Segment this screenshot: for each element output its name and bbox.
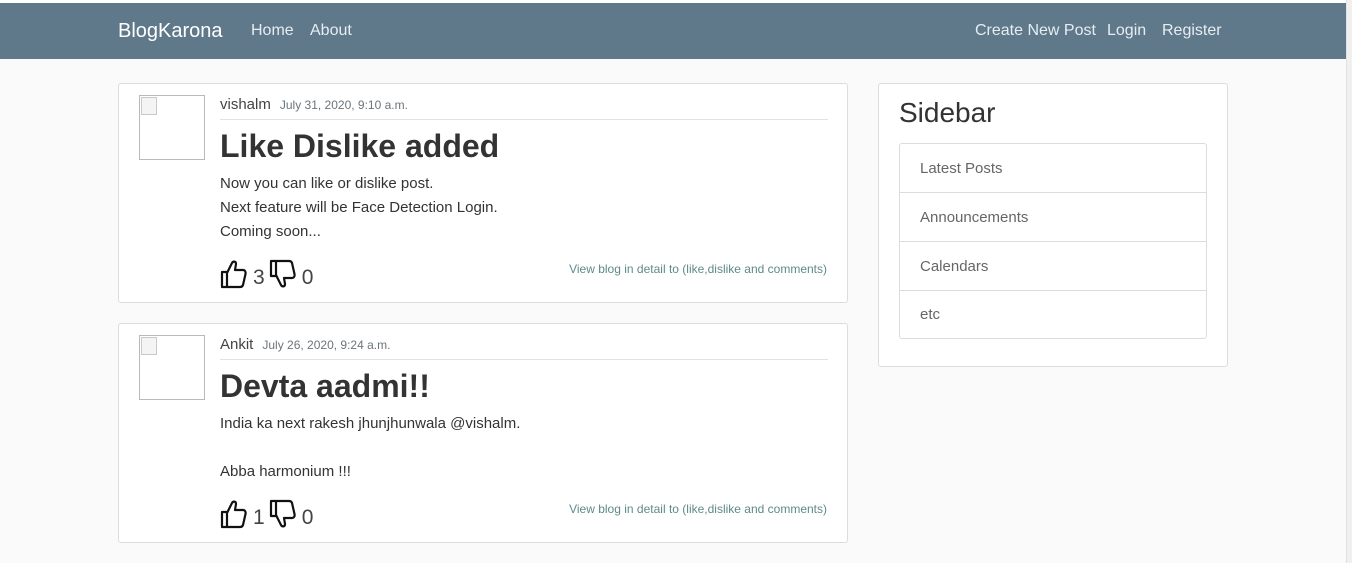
author-link[interactable]: vishalm	[220, 96, 271, 113]
author-link[interactable]: Ankit	[220, 336, 253, 353]
sidebar-title: Sidebar	[899, 97, 996, 128]
vote-bar: 1 0	[220, 497, 317, 531]
nav-register-link[interactable]: Register	[1162, 22, 1222, 40]
post-title[interactable]: Like Dislike added	[220, 128, 499, 165]
post-meta: vishalm July 31, 2020, 9:10 a.m.	[220, 96, 828, 120]
view-detail-link[interactable]: View blog in detail to (like,dislike and…	[569, 502, 827, 516]
post-title[interactable]: Devta aadmi!!	[220, 368, 430, 405]
nav-login-link[interactable]: Login	[1107, 22, 1146, 40]
dislike-count: 0	[301, 266, 314, 289]
vote-bar: 3 0	[220, 257, 317, 291]
sidebar-list: Latest Posts Announcements Calendars etc	[899, 143, 1207, 339]
nav-about-link[interactable]: About	[310, 22, 352, 40]
sidebar-item-calendars[interactable]: Calendars	[900, 242, 1206, 291]
thumbs-down-icon[interactable]	[269, 259, 297, 289]
like-count: 3	[253, 266, 265, 289]
nav-home-link[interactable]: Home	[251, 22, 294, 40]
post-date: July 26, 2020, 9:24 a.m.	[262, 338, 391, 352]
sidebar-item-etc[interactable]: etc	[900, 291, 1206, 338]
post-body: India ka next rakesh jhunjhunwala @visha…	[220, 415, 521, 480]
thumbs-down-icon[interactable]	[269, 499, 297, 529]
post-body: Now you can like or dislike post. Next f…	[220, 175, 498, 240]
author-avatar	[139, 335, 205, 400]
like-count: 1	[253, 506, 265, 529]
post-meta: Ankit July 26, 2020, 9:24 a.m.	[220, 336, 828, 360]
post-date: July 31, 2020, 9:10 a.m.	[279, 98, 408, 112]
author-avatar	[139, 95, 205, 160]
brand-link[interactable]: BlogKarona	[118, 20, 223, 43]
dislike-count: 0	[301, 506, 314, 529]
thumbs-up-icon[interactable]	[220, 499, 248, 529]
view-detail-link[interactable]: View blog in detail to (like,dislike and…	[569, 262, 827, 276]
post-card: vishalm July 31, 2020, 9:10 a.m. Like Dis…	[118, 83, 848, 303]
page-scrollbar[interactable]	[1346, 0, 1352, 563]
navbar: BlogKarona Home About Create New Post Lo…	[0, 3, 1346, 59]
sidebar-item-announcements[interactable]: Announcements	[900, 193, 1206, 242]
nav-create-post-link[interactable]: Create New Post	[975, 22, 1096, 40]
post-card: Ankit July 26, 2020, 9:24 a.m. Devta aadm…	[118, 323, 848, 543]
sidebar: Sidebar Latest Posts Announcements Calen…	[878, 83, 1228, 367]
sidebar-item-latest-posts[interactable]: Latest Posts	[900, 144, 1206, 193]
thumbs-up-icon[interactable]	[220, 259, 248, 289]
